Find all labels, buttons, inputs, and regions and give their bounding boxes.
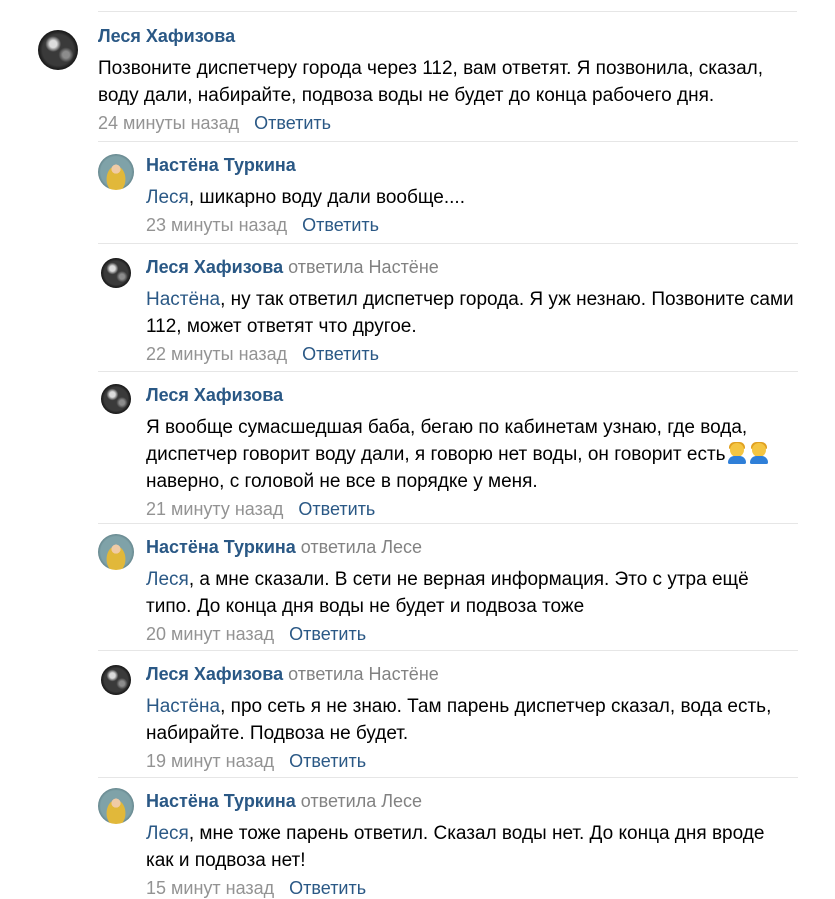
author-name[interactable]: Леся Хафизова: [146, 257, 283, 277]
reply-button[interactable]: Ответить: [298, 499, 375, 519]
mention-link[interactable]: Леся: [146, 823, 189, 844]
author-name[interactable]: Леся Хафизова: [146, 664, 283, 684]
avatar[interactable]: [98, 154, 134, 190]
divider: [98, 243, 798, 244]
reply-to-note: ответила Лесе: [300, 537, 423, 557]
timestamp[interactable]: 22 минуты назад: [146, 344, 287, 364]
avatar[interactable]: [98, 788, 134, 824]
divider: [98, 371, 798, 372]
comment-text: , шикарно воду дали вообще....: [188, 187, 465, 208]
reply-button[interactable]: Ответить: [254, 113, 331, 133]
avatar[interactable]: [38, 30, 78, 70]
timestamp[interactable]: 19 минут назад: [146, 751, 274, 771]
avatar[interactable]: [101, 665, 131, 695]
avatar[interactable]: [101, 384, 131, 414]
mention-link[interactable]: Настёна: [146, 289, 220, 310]
author-name[interactable]: Настёна Туркина: [146, 537, 296, 557]
comment-text: , мне тоже парень ответил. Сказал воды н…: [146, 823, 765, 871]
reply-button[interactable]: Ответить: [289, 751, 366, 771]
avatar[interactable]: [98, 534, 134, 570]
timestamp[interactable]: 15 минут назад: [146, 878, 274, 898]
comment-text: Позвоните диспетчеру города через 112, в…: [98, 58, 764, 106]
divider: [98, 777, 798, 778]
avatar[interactable]: [101, 258, 131, 288]
author-name[interactable]: Настёна Туркина: [146, 155, 296, 175]
author-name[interactable]: Леся Хафизова: [98, 26, 235, 46]
timestamp[interactable]: 20 минут назад: [146, 624, 274, 644]
reply-button[interactable]: Ответить: [302, 215, 379, 235]
mention-link[interactable]: Настёна: [146, 696, 220, 717]
comment-thread: Леся Хафизова Позвоните диспетчеру город…: [0, 0, 835, 898]
person-emoji-icon: [726, 442, 748, 464]
divider: [98, 141, 798, 142]
comment-text: , ну так ответил диспетчер города. Я уж …: [146, 289, 794, 337]
comment-text: , а мне сказали. В сети не верная информ…: [146, 569, 749, 617]
timestamp[interactable]: 23 минуты назад: [146, 215, 287, 235]
mention-link[interactable]: Леся: [146, 187, 189, 208]
timestamp[interactable]: 24 минуты назад: [98, 113, 239, 133]
comment-text: , про сеть я не знаю. Там парень диспетч…: [146, 696, 772, 744]
comment-text-continued: наверно, с головой не все в порядке у ме…: [146, 471, 538, 492]
reply-to-note: ответила Настёне: [288, 257, 439, 277]
reply-button[interactable]: Ответить: [302, 344, 379, 364]
timestamp[interactable]: 21 минуту назад: [146, 499, 283, 519]
reply-to-note: ответила Настёне: [288, 664, 439, 684]
author-name[interactable]: Настёна Туркина: [146, 791, 296, 811]
reply-button[interactable]: Ответить: [289, 624, 366, 644]
mention-link[interactable]: Леся: [146, 569, 189, 590]
divider: [98, 11, 797, 12]
reply-button[interactable]: Ответить: [289, 878, 366, 898]
divider: [98, 523, 798, 524]
comment-text: Я вообще сумасшедшая баба, бегаю по каби…: [146, 417, 748, 465]
reply-to-note: ответила Лесе: [300, 791, 423, 811]
divider: [98, 650, 798, 651]
author-name[interactable]: Леся Хафизова: [146, 385, 283, 405]
person-emoji-icon: [748, 442, 770, 464]
